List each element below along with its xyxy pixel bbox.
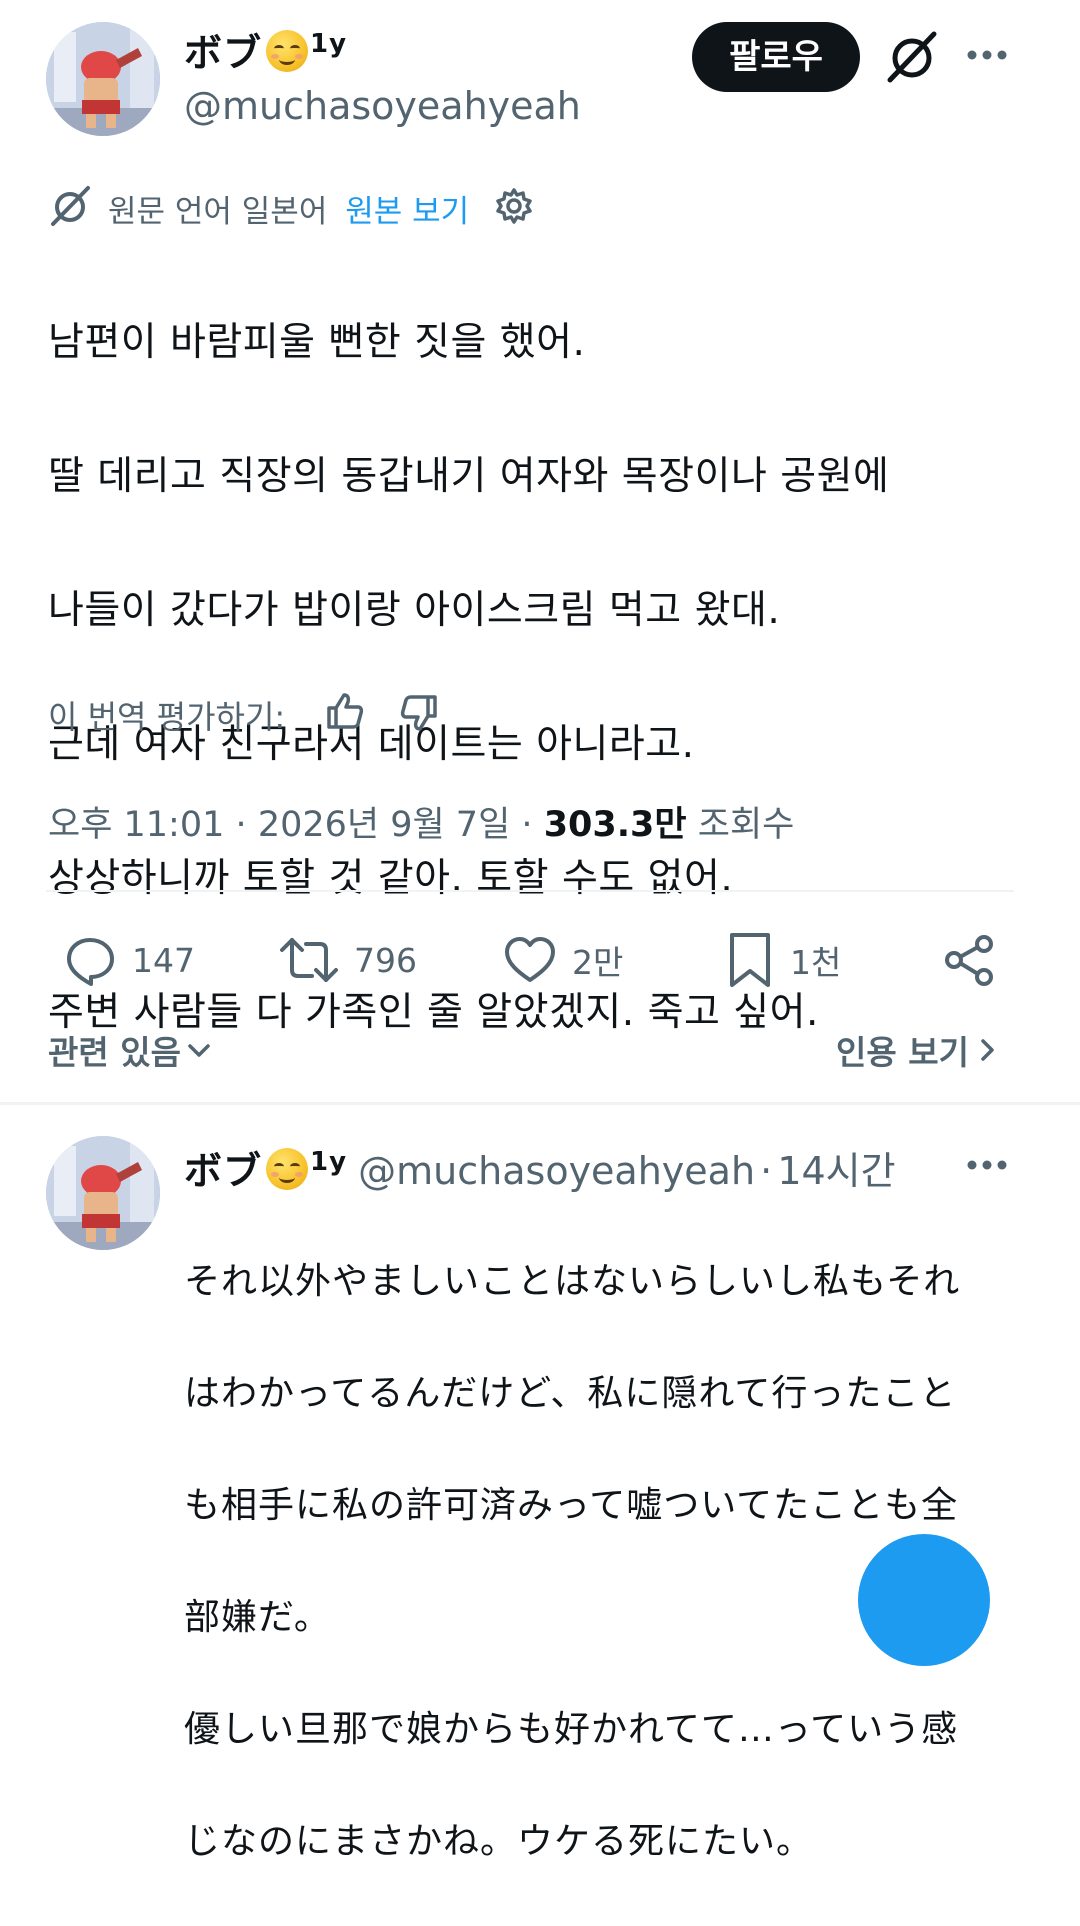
more-options-icon[interactable] bbox=[964, 40, 1010, 70]
original-language-label: 원문 언어 일본어 bbox=[108, 194, 328, 230]
post-line: 상상하니까 토할 것 같아. 토할 수도 없어. bbox=[48, 856, 734, 901]
rate-translation-label: 이 번역 평가하기: bbox=[48, 698, 286, 736]
thumbs-up-icon[interactable] bbox=[324, 690, 366, 732]
post-time[interactable]: 오후 11:01 bbox=[48, 805, 224, 845]
affiliate-badge: 1y bbox=[310, 1147, 348, 1177]
divider bbox=[0, 1102, 1080, 1105]
affiliate-badge: 1y bbox=[310, 29, 348, 59]
smiling-face-icon bbox=[266, 1148, 309, 1190]
related-toggle[interactable]: 관련 있음 bbox=[48, 1026, 213, 1074]
heart-icon bbox=[502, 932, 558, 988]
author-handle[interactable]: @muchasoyeahyeah bbox=[184, 84, 581, 128]
like-button[interactable]: 2만 bbox=[502, 930, 623, 990]
repost-count: 796 bbox=[354, 940, 417, 980]
smiling-face-icon bbox=[266, 30, 309, 72]
chevron-right-icon bbox=[975, 1035, 999, 1065]
author-name[interactable]: ボブ 1y bbox=[184, 30, 347, 72]
reply-line: はわかってるんだけど、私に隠れて行ったこと bbox=[184, 1373, 957, 1414]
chevron-down-icon bbox=[185, 1036, 213, 1064]
gear-icon[interactable] bbox=[494, 186, 534, 226]
grok-icon[interactable] bbox=[884, 28, 940, 84]
reply-icon bbox=[62, 932, 118, 988]
like-count: 2만 bbox=[572, 943, 624, 982]
reply-line: じなのにまさかね。ウケる死にたい。 bbox=[184, 1821, 814, 1862]
author-avatar[interactable] bbox=[46, 22, 160, 136]
meta-separator: · bbox=[760, 1149, 773, 1193]
reply-count: 147 bbox=[132, 940, 195, 980]
view-quotes-link[interactable]: 인용 보기 bbox=[836, 1026, 999, 1074]
reply-time[interactable]: 14시간 bbox=[777, 1149, 895, 1193]
meta-separator: · bbox=[521, 805, 533, 845]
related-label: 관련 있음 bbox=[48, 1033, 181, 1072]
reply-more-options-icon[interactable] bbox=[964, 1150, 1010, 1180]
follow-button[interactable]: 팔로우 bbox=[692, 22, 860, 92]
view-original-link[interactable]: 원본 보기 bbox=[345, 194, 469, 230]
reply-line: 優しい旦那で娘からも好かれてて…っていう感 bbox=[184, 1709, 959, 1750]
reply-line: も相手に私の許可済みって嘘ついてたことも全 bbox=[184, 1485, 959, 1526]
reply-author-avatar[interactable] bbox=[46, 1136, 160, 1250]
reply-author-name[interactable]: ボブ 1y bbox=[184, 1147, 348, 1193]
reply-button[interactable]: 147 bbox=[62, 930, 195, 990]
compose-button[interactable] bbox=[858, 1534, 990, 1666]
bookmark-button[interactable]: 1천 bbox=[724, 930, 841, 990]
post-date[interactable]: 2026년 9월 7일 bbox=[258, 805, 510, 845]
post-line: 나들이 갔다가 밥이랑 아이스크림 먹고 왔대. bbox=[48, 588, 781, 633]
bookmark-count: 1천 bbox=[790, 943, 842, 982]
meta-separator: · bbox=[235, 805, 247, 845]
reply-author-handle[interactable]: @muchasoyeahyeah bbox=[358, 1149, 755, 1193]
views-label: 조회수 bbox=[697, 805, 795, 845]
divider bbox=[46, 890, 1014, 892]
grok-translate-icon bbox=[48, 184, 92, 228]
post-line: 딸 데리고 직장의 동갑내기 여자와 목장이나 공원에 bbox=[48, 454, 890, 499]
post-meta: 오후 11:01 · 2026년 9월 7일 · 303.3만 조회수 bbox=[48, 796, 794, 847]
repost-icon bbox=[278, 932, 340, 988]
thumbs-down-icon[interactable] bbox=[398, 692, 440, 734]
reply-header: ボブ 1y @muchasoyeahyeah · 14시간 bbox=[184, 1140, 896, 1195]
repost-button[interactable]: 796 bbox=[278, 930, 417, 990]
translation-info: 원문 언어 일본어 원본 보기 bbox=[108, 186, 469, 231]
post-line: 남편이 바람피울 뻔한 짓을 했어. bbox=[48, 320, 586, 365]
reply-line: それ以外やましいことはないらしいし私もそれ bbox=[184, 1261, 961, 1302]
view-quotes-label: 인용 보기 bbox=[836, 1033, 969, 1072]
bookmark-icon bbox=[724, 930, 776, 990]
share-icon[interactable] bbox=[942, 932, 998, 988]
views-count[interactable]: 303.3만 bbox=[544, 805, 687, 845]
